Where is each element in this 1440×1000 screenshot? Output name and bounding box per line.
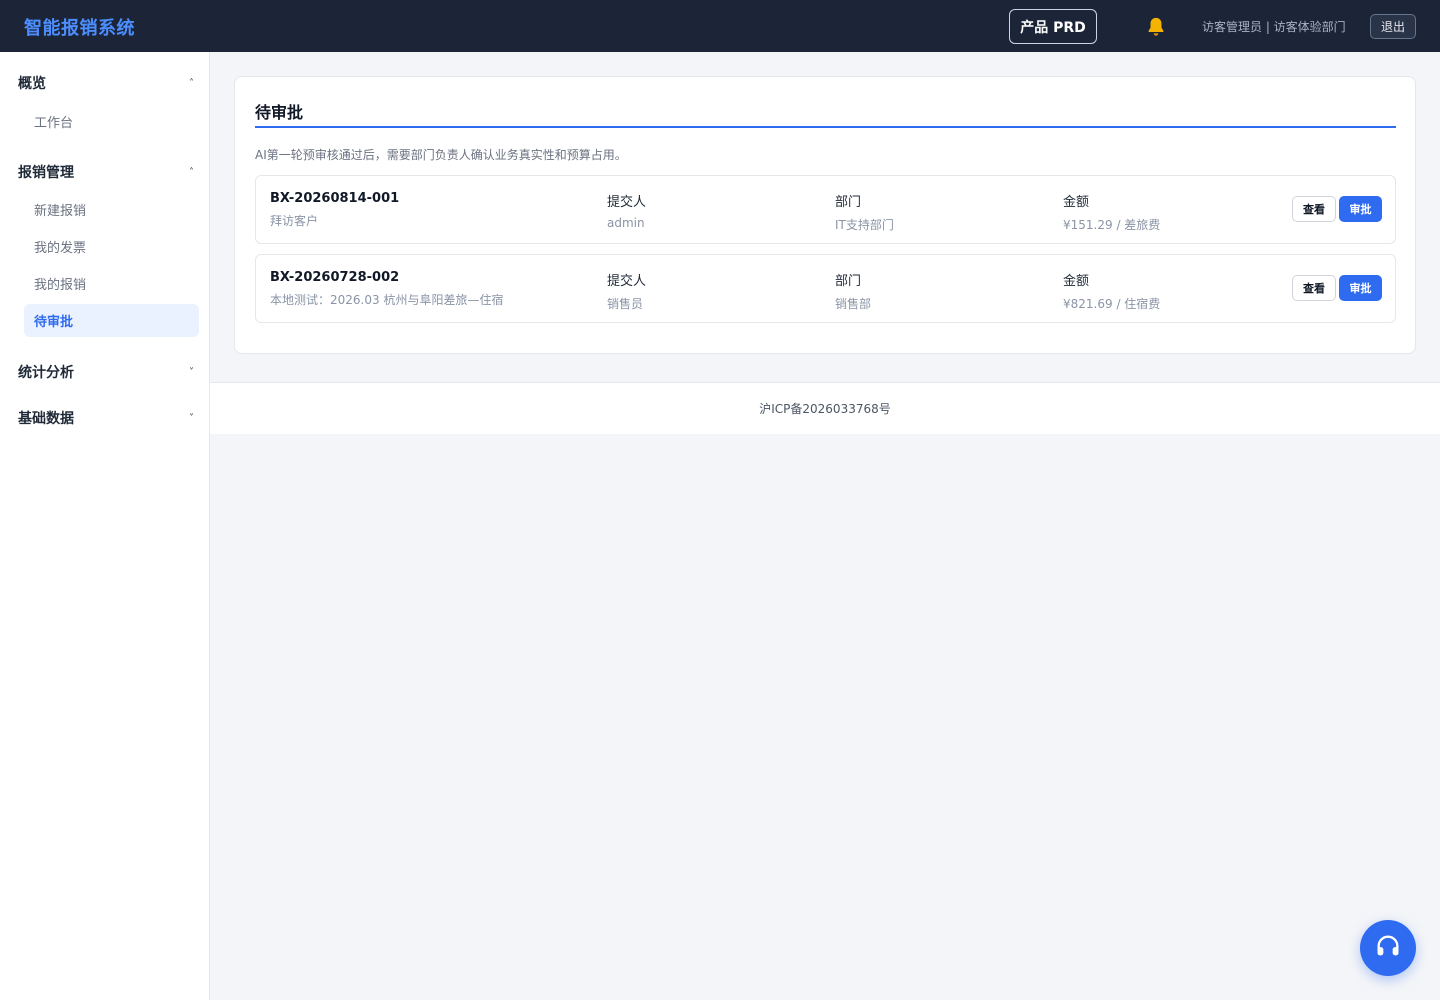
- chevron-up-icon: ˄: [189, 166, 194, 178]
- product-prd-button[interactable]: 产品 PRD: [1009, 9, 1097, 44]
- approval-row: BX-20260814-001 拜访客户 提交人 admin 部门 IT支持部门…: [255, 175, 1396, 244]
- submitter-label: 提交人: [607, 195, 647, 210]
- support-button[interactable]: [1360, 920, 1416, 976]
- sidebar-group-basic-data[interactable]: 基础数据 ˅: [18, 407, 194, 429]
- sidebar: 概览 ˄ 工作台 报销管理 ˄ 新建报销 我的发票 我的报销 待审批 统计分析 …: [0, 52, 210, 1000]
- page-title: 待审批: [255, 103, 304, 122]
- sidebar-group-label: 基础数据: [18, 411, 74, 427]
- sidebar-group-statistics[interactable]: 统计分析 ˅: [18, 361, 194, 383]
- sidebar-item-label: 待审批: [34, 315, 74, 330]
- sidebar-item-workbench[interactable]: 工作台: [24, 105, 199, 138]
- amount-value: ¥821.69 / 住宿费: [1063, 297, 1161, 311]
- view-button[interactable]: 查看: [1292, 196, 1336, 222]
- department-value: IT支持部门: [835, 218, 894, 232]
- sidebar-item-label: 新建报销: [34, 204, 87, 219]
- submitter-cell: 提交人 销售员: [607, 270, 646, 312]
- approve-button[interactable]: 审批: [1339, 275, 1382, 301]
- title-divider: [255, 126, 1396, 128]
- submitter-value: admin: [607, 216, 645, 230]
- amount-cell: 金额 ¥151.29 / 差旅费: [1063, 191, 1160, 233]
- amount-label: 金额: [1063, 274, 1090, 289]
- icp-record-link[interactable]: 沪ICP备2026033768号: [759, 400, 891, 417]
- department-cell: 部门 销售部: [835, 270, 871, 312]
- sidebar-item-my-reimbursements[interactable]: 我的报销: [24, 267, 199, 300]
- sidebar-item-pending-approval[interactable]: 待审批: [24, 304, 199, 337]
- headset-icon: [1374, 932, 1402, 964]
- reimbursement-id: BX-20260728-002: [270, 270, 400, 285]
- row-id-cell: BX-20260728-002 本地测试：2026.03 杭州与阜阳差旅—住宿: [270, 270, 503, 308]
- sidebar-item-label: 工作台: [34, 116, 74, 131]
- department-cell: 部门 IT支持部门: [835, 191, 894, 233]
- bell-icon[interactable]: [1144, 15, 1168, 39]
- department-value: 销售部: [835, 297, 872, 311]
- reimbursement-caption: 本地测试：2026.03 杭州与阜阳差旅—住宿: [270, 293, 504, 307]
- app-title[interactable]: 智能报销系统: [24, 14, 135, 40]
- view-button[interactable]: 查看: [1292, 275, 1336, 301]
- sidebar-group-reimbursement[interactable]: 报销管理 ˄: [18, 161, 194, 183]
- footer: 沪ICP备2026033768号: [210, 382, 1440, 434]
- reimbursement-id: BX-20260814-001: [270, 191, 400, 206]
- sidebar-group-label: 报销管理: [18, 165, 74, 181]
- user-info: 访客管理员 | 访客体验部门: [1202, 20, 1346, 34]
- sidebar-item-new-reimbursement[interactable]: 新建报销: [24, 193, 199, 226]
- reimbursement-caption: 拜访客户: [270, 214, 319, 228]
- page-description: AI第一轮预审核通过后，需要部门负责人确认业务真实性和预算占用。: [255, 148, 627, 162]
- approval-row: BX-20260728-002 本地测试：2026.03 杭州与阜阳差旅—住宿 …: [255, 254, 1396, 323]
- pending-approval-card: 待审批 AI第一轮预审核通过后，需要部门负责人确认业务真实性和预算占用。 BX-…: [234, 76, 1416, 354]
- sidebar-item-label: 我的报销: [34, 278, 87, 293]
- amount-label: 金额: [1063, 195, 1090, 210]
- submitter-label: 提交人: [607, 274, 647, 289]
- chevron-down-icon: ˅: [189, 366, 194, 378]
- amount-value: ¥151.29 / 差旅费: [1063, 218, 1161, 232]
- amount-cell: 金额 ¥821.69 / 住宿费: [1063, 270, 1160, 312]
- approve-button[interactable]: 审批: [1339, 196, 1382, 222]
- top-bar: 智能报销系统 产品 PRD 访客管理员 | 访客体验部门 退出: [0, 0, 1440, 52]
- submitter-value: 销售员: [607, 297, 644, 311]
- department-label: 部门: [835, 274, 862, 289]
- department-label: 部门: [835, 195, 862, 210]
- row-id-cell: BX-20260814-001 拜访客户: [270, 191, 399, 229]
- sidebar-item-my-invoices[interactable]: 我的发票: [24, 230, 199, 263]
- submitter-cell: 提交人 admin: [607, 191, 646, 230]
- chevron-up-icon: ˄: [189, 77, 194, 89]
- sidebar-item-label: 我的发票: [34, 241, 87, 256]
- sidebar-group-overview[interactable]: 概览 ˄: [18, 72, 194, 94]
- chevron-down-icon: ˅: [189, 412, 194, 424]
- sidebar-group-label: 统计分析: [18, 365, 74, 381]
- sidebar-group-label: 概览: [18, 76, 46, 92]
- logout-button[interactable]: 退出: [1370, 14, 1416, 39]
